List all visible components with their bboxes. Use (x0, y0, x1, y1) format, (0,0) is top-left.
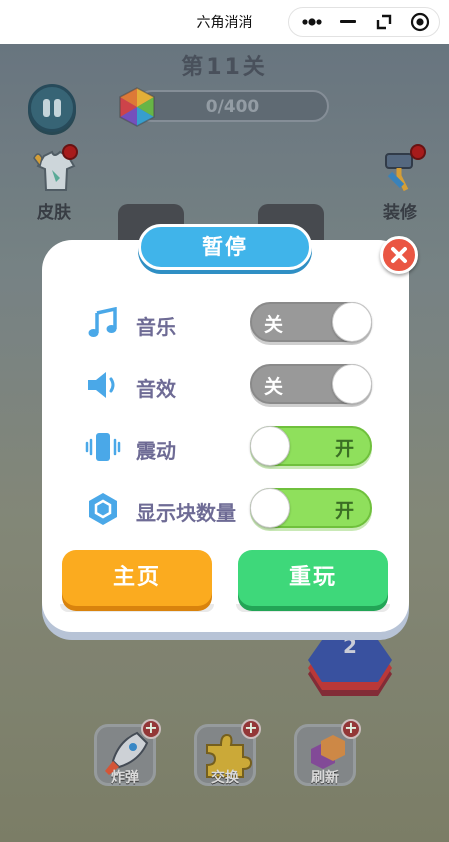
target-circle-icon[interactable] (401, 8, 439, 36)
hexagon-icon (84, 490, 122, 528)
toggle-text: 关 (264, 314, 284, 336)
toggle-text: 开 (334, 500, 354, 522)
vibration-icon (84, 428, 122, 466)
speaker-icon (84, 366, 122, 404)
toggle-knob (332, 364, 372, 404)
setting-label-music: 音乐 (136, 315, 176, 339)
close-icon (391, 247, 407, 263)
block-count-toggle[interactable]: 开 (250, 488, 372, 528)
toggle-knob (332, 302, 372, 342)
close-button[interactable] (380, 236, 418, 274)
setting-label-sfx: 音效 (136, 377, 176, 401)
home-button[interactable]: 主页 (62, 550, 212, 606)
music-toggle[interactable]: 关 (250, 302, 372, 342)
toggle-text: 关 (264, 376, 284, 398)
replay-button[interactable]: 重玩 (238, 550, 388, 606)
setting-label-block-count: 显示块数量 (136, 501, 236, 525)
minimize-icon[interactable] (329, 8, 367, 36)
restore-icon[interactable] (365, 8, 403, 36)
toggle-text: 开 (334, 438, 354, 460)
music-note-icon (84, 304, 122, 342)
toggle-knob (250, 426, 290, 466)
capsule-menu (288, 7, 440, 37)
setting-label-vibration: 震动 (136, 439, 176, 463)
dialog-title: 暂停 (138, 224, 312, 270)
sfx-toggle[interactable]: 关 (250, 364, 372, 404)
vibration-toggle[interactable]: 开 (250, 426, 372, 466)
more-dots-icon[interactable] (293, 8, 331, 36)
toggle-knob (250, 488, 290, 528)
mini-program-nav-bar: 六角消消 (0, 0, 449, 44)
